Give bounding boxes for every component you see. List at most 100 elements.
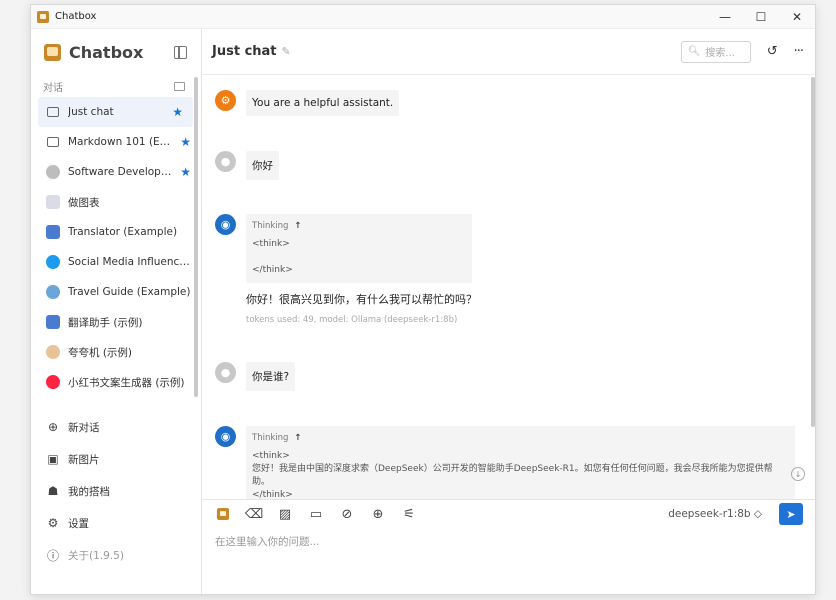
bot-avatar-icon: ◉ (215, 426, 236, 447)
thinking-label: Thinking (252, 433, 289, 443)
image-icon: ▣ (47, 452, 59, 466)
session-label: Translator (Example) (68, 226, 178, 238)
minimize-button[interactable]: — (707, 5, 743, 28)
chart-avatar-icon (46, 195, 60, 209)
title-bar: Chatbox — ☐ ✕ (31, 5, 815, 29)
user-message: ● 你好 (215, 151, 795, 181)
image-upload-icon[interactable]: ▨ (276, 505, 294, 523)
session-item[interactable]: Translator (Example) (31, 217, 201, 247)
star-icon[interactable]: ★ (172, 105, 183, 119)
chatbox-logo-icon (44, 43, 61, 61)
session-label: 夸夸机 (示例) (68, 346, 133, 359)
message-input[interactable]: 在这里输入你的问题... (203, 528, 815, 555)
bot-avatar-icon: ◉ (215, 214, 236, 235)
about-button[interactable]: ⓘ 关于(1.9.5) (31, 539, 201, 571)
session-item[interactable]: 翻译助手 (示例) (31, 307, 201, 337)
user-avatar-icon: ● (215, 151, 236, 172)
message-meta: tokens used: 49, model: Ollama (deepseek… (246, 315, 458, 325)
new-chat-button[interactable]: ⊕ 新对话 (31, 411, 201, 443)
think-body: 您好！我是由中国的深度求索（DeepSeek）公司开发的智能助手DeepSeek… (252, 464, 773, 487)
session-item[interactable]: 小红书文案生成器 (示例) (31, 367, 201, 397)
app-window: Chatbox — ☐ ✕ Chatbox 对话 Just chat ★ Mar… (30, 4, 816, 595)
system-message: ⚙ You are a helpful assistant. (215, 90, 795, 120)
sidebar-scrollbar[interactable] (194, 77, 198, 397)
think-open-tag: <think> (252, 239, 290, 249)
session-item[interactable]: Just chat ★ (38, 97, 193, 127)
think-close-tag: </think> (252, 265, 293, 275)
star-icon[interactable]: ★ (180, 135, 191, 149)
more-options-icon[interactable]: ··· (794, 44, 804, 59)
eraser-icon[interactable]: ⌫ (245, 505, 263, 523)
message-text: 你好！很高兴见到你，有什么我可以帮忙的吗？ (246, 293, 477, 306)
collapse-sidebar-icon[interactable] (174, 45, 187, 59)
gear-icon: ⚙ (47, 516, 59, 530)
assistant-message: ◉ Thinking ↑ <think> 您好！我是由中国的深度求索（DeepSe… (215, 426, 795, 499)
session-item[interactable]: 夸夸机 (示例) (31, 337, 201, 367)
folder-icon[interactable]: ▭ (307, 505, 325, 523)
think-close-tag: </think> (252, 490, 293, 499)
twitter-avatar-icon (46, 255, 60, 269)
globe-icon[interactable]: ⊕ (369, 505, 387, 523)
history-icon[interactable]: ↺ (767, 44, 778, 59)
collapse-arrow-icon[interactable]: ↑ (294, 221, 301, 231)
chat-title: Just chat (212, 44, 277, 59)
session-label: Markdown 101 (Example) (68, 136, 176, 148)
my-copilots-button[interactable]: ☗ 我的搭档 (31, 475, 201, 507)
session-item[interactable]: Social Media Influencer (Example) (31, 247, 201, 277)
assistant-message: ◉ Thinking ↑ <think> </think> 你好！很高兴见到你，有… (215, 214, 795, 329)
star-icon[interactable]: ★ (180, 165, 191, 179)
message-text: 你是谁? (246, 362, 296, 391)
globe-avatar-icon (46, 285, 60, 299)
robot-icon: ☗ (47, 484, 59, 498)
session-item[interactable]: Markdown 101 (Example) ★ (31, 127, 201, 157)
chat-header: Just chat ✎ 🔍︎ 搜索... ↺ ··· (203, 29, 815, 75)
menu-label: 新图片 (68, 453, 100, 466)
session-label: 翻译助手 (示例) (68, 316, 143, 329)
model-selector[interactable]: deepseek-r1:8b ◇ (668, 508, 762, 520)
scroll-down-icon[interactable]: ↓ (791, 467, 805, 481)
archive-icon[interactable] (174, 81, 185, 91)
message-list: ⚙ You are a helpful assistant. ● 你好 ◉ Th… (203, 76, 815, 499)
session-label: Social Media Influencer (Example) (68, 256, 191, 268)
menu-label: 新对话 (68, 421, 100, 434)
sliders-icon[interactable]: ⚟ (400, 505, 418, 523)
session-label: Travel Guide (Example) (68, 286, 191, 298)
chat-scrollbar[interactable] (811, 77, 815, 427)
session-label: Software Developer (Example) (68, 166, 176, 178)
session-label: Just chat (68, 106, 114, 118)
user-avatar-icon: ● (215, 362, 236, 383)
maximize-button[interactable]: ☐ (743, 5, 779, 28)
session-item[interactable]: Software Developer (Example) ★ (31, 157, 201, 187)
translator-avatar-icon (46, 315, 60, 329)
composer: ⌫ ▨ ▭ ⊘ ⊕ ⚟ deepseek-r1:8b ◇ ➤ 在这里输入你的问题… (203, 499, 815, 594)
composer-toolbar: ⌫ ▨ ▭ ⊘ ⊕ ⚟ deepseek-r1:8b ◇ ➤ (203, 500, 815, 528)
chat-main: Just chat ✎ 🔍︎ 搜索... ↺ ··· ⚙ You are a h… (203, 29, 815, 594)
message-text: You are a helpful assistant. (246, 90, 400, 116)
user-message: ● 你是谁? (215, 362, 795, 392)
link-icon[interactable]: ⊘ (338, 505, 356, 523)
settings-avatar-icon: ⚙ (215, 90, 236, 111)
thinking-block[interactable]: Thinking ↑ <think> 您好！我是由中国的深度求索（DeepSeek… (246, 426, 795, 499)
message-text: 你好 (246, 151, 279, 180)
session-item[interactable]: 做图表 (31, 187, 201, 217)
menu-label: 我的搭档 (68, 485, 110, 498)
close-button[interactable]: ✕ (779, 5, 815, 28)
search-input[interactable]: 🔍︎ 搜索... (680, 40, 751, 63)
send-button[interactable]: ➤ (779, 503, 803, 525)
thinking-block[interactable]: Thinking ↑ <think> </think> (246, 214, 472, 283)
search-placeholder: 搜索... (705, 48, 735, 59)
brand-name: Chatbox (69, 42, 144, 62)
search-icon: 🔍︎ (687, 46, 701, 57)
session-item[interactable]: Travel Guide (Example) (31, 277, 201, 307)
settings-button[interactable]: ⚙ 设置 (31, 507, 201, 539)
info-icon: ⓘ (46, 548, 59, 563)
section-label: 对话 (43, 82, 63, 94)
new-image-button[interactable]: ▣ 新图片 (31, 443, 201, 475)
sidebar-menu: ⊕ 新对话 ▣ 新图片 ☗ 我的搭档 ⚙ 设置 ⓘ 关于(1.9.5) (31, 411, 201, 571)
chatbox-copilot-icon[interactable] (214, 505, 232, 523)
thinking-label: Thinking (252, 221, 289, 231)
chat-bubble-icon (46, 135, 60, 149)
collapse-arrow-icon[interactable]: ↑ (294, 433, 301, 443)
conversations-header: 对话 (31, 75, 201, 97)
edit-pencil-icon[interactable]: ✎ (282, 45, 291, 58)
